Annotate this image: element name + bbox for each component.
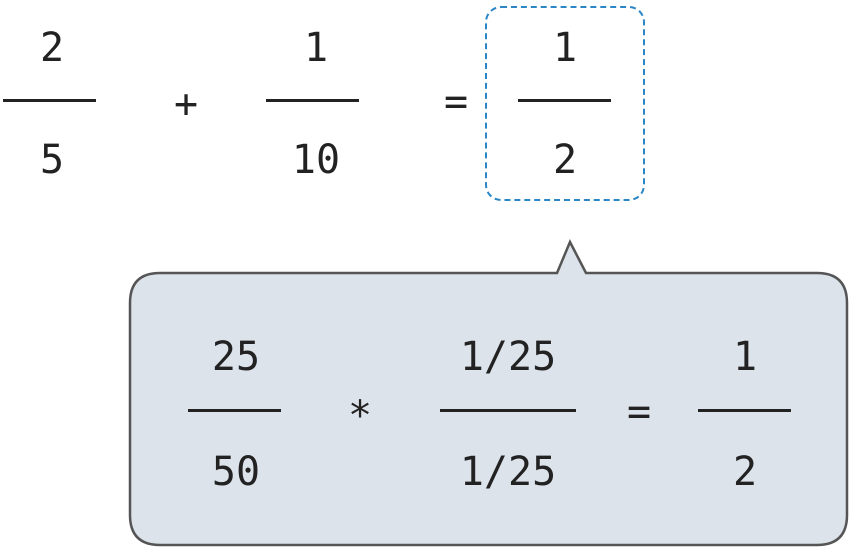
callout-term2-numerator: 1/25 [459, 334, 557, 380]
callout-result-fraction-bar [698, 409, 791, 412]
callout-result-denominator: 2 [732, 449, 758, 495]
explanation-callout [128, 239, 849, 547]
callout-equals-sign: = [626, 389, 652, 435]
callout-bubble-shape [128, 239, 849, 547]
callout-term1-fraction-bar [188, 409, 281, 412]
callout-term1-denominator: 50 [211, 449, 261, 495]
callout-term2-denominator: 1/25 [459, 449, 557, 495]
callout-term1-numerator: 25 [211, 334, 261, 380]
callout-multiply-operator: * [347, 393, 373, 439]
callout-term2-fraction-bar [440, 409, 576, 412]
callout-result-numerator: 1 [732, 334, 758, 380]
